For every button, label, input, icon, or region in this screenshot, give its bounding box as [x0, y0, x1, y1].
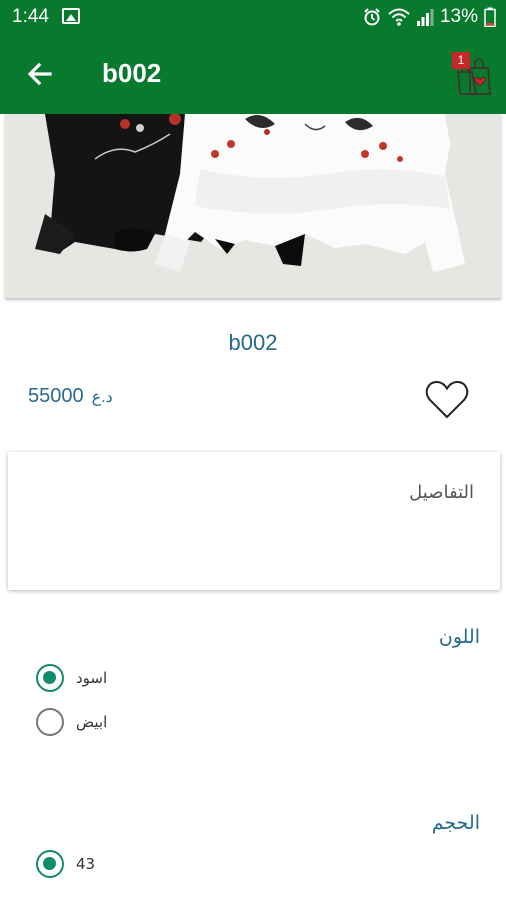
status-bar: 1:44 13% — [0, 0, 506, 34]
price-row: 55000 د.ع — [28, 385, 113, 408]
status-indicators: 13% — [362, 6, 496, 28]
details-label: التفاصيل — [409, 482, 474, 503]
battery-percent: 13% — [439, 6, 478, 27]
size-option-label: 43 — [76, 855, 96, 873]
color-option-label: اسود — [76, 669, 108, 687]
wifi-icon — [388, 8, 410, 26]
color-option-black[interactable]: اسود — [36, 664, 107, 692]
size-section-title: الحجم — [431, 812, 480, 834]
alarm-icon — [364, 8, 380, 26]
details-card: التفاصيل — [8, 452, 500, 590]
color-option-white[interactable]: ابيض — [36, 708, 107, 736]
price-currency: د.ع — [91, 389, 113, 406]
size-option-43[interactable]: 43 — [36, 850, 95, 878]
radio-button-unchecked[interactable] — [36, 708, 64, 736]
product-photo — [5, 114, 501, 298]
cart-count-badge: 1 — [452, 52, 470, 69]
battery-icon — [484, 7, 496, 27]
radio-button-checked[interactable] — [36, 664, 64, 692]
app-bar-title: b002 — [102, 58, 162, 88]
color-option-label: ابيض — [76, 713, 108, 731]
product-name: b002 — [228, 330, 278, 355]
status-time: 1:44 — [12, 6, 49, 27]
cart-button[interactable]: 1 — [448, 50, 498, 100]
radio-button-checked[interactable] — [36, 850, 64, 878]
favorite-heart-icon[interactable] — [424, 378, 470, 422]
color-section-title: اللون — [438, 626, 480, 648]
product-price: 55000 — [28, 385, 84, 407]
product-image — [5, 114, 501, 298]
app-bar: b002 1 — [0, 34, 506, 114]
back-arrow-icon[interactable] — [22, 56, 58, 92]
gallery-notification-icon — [62, 8, 80, 24]
signal-icon — [416, 9, 434, 26]
